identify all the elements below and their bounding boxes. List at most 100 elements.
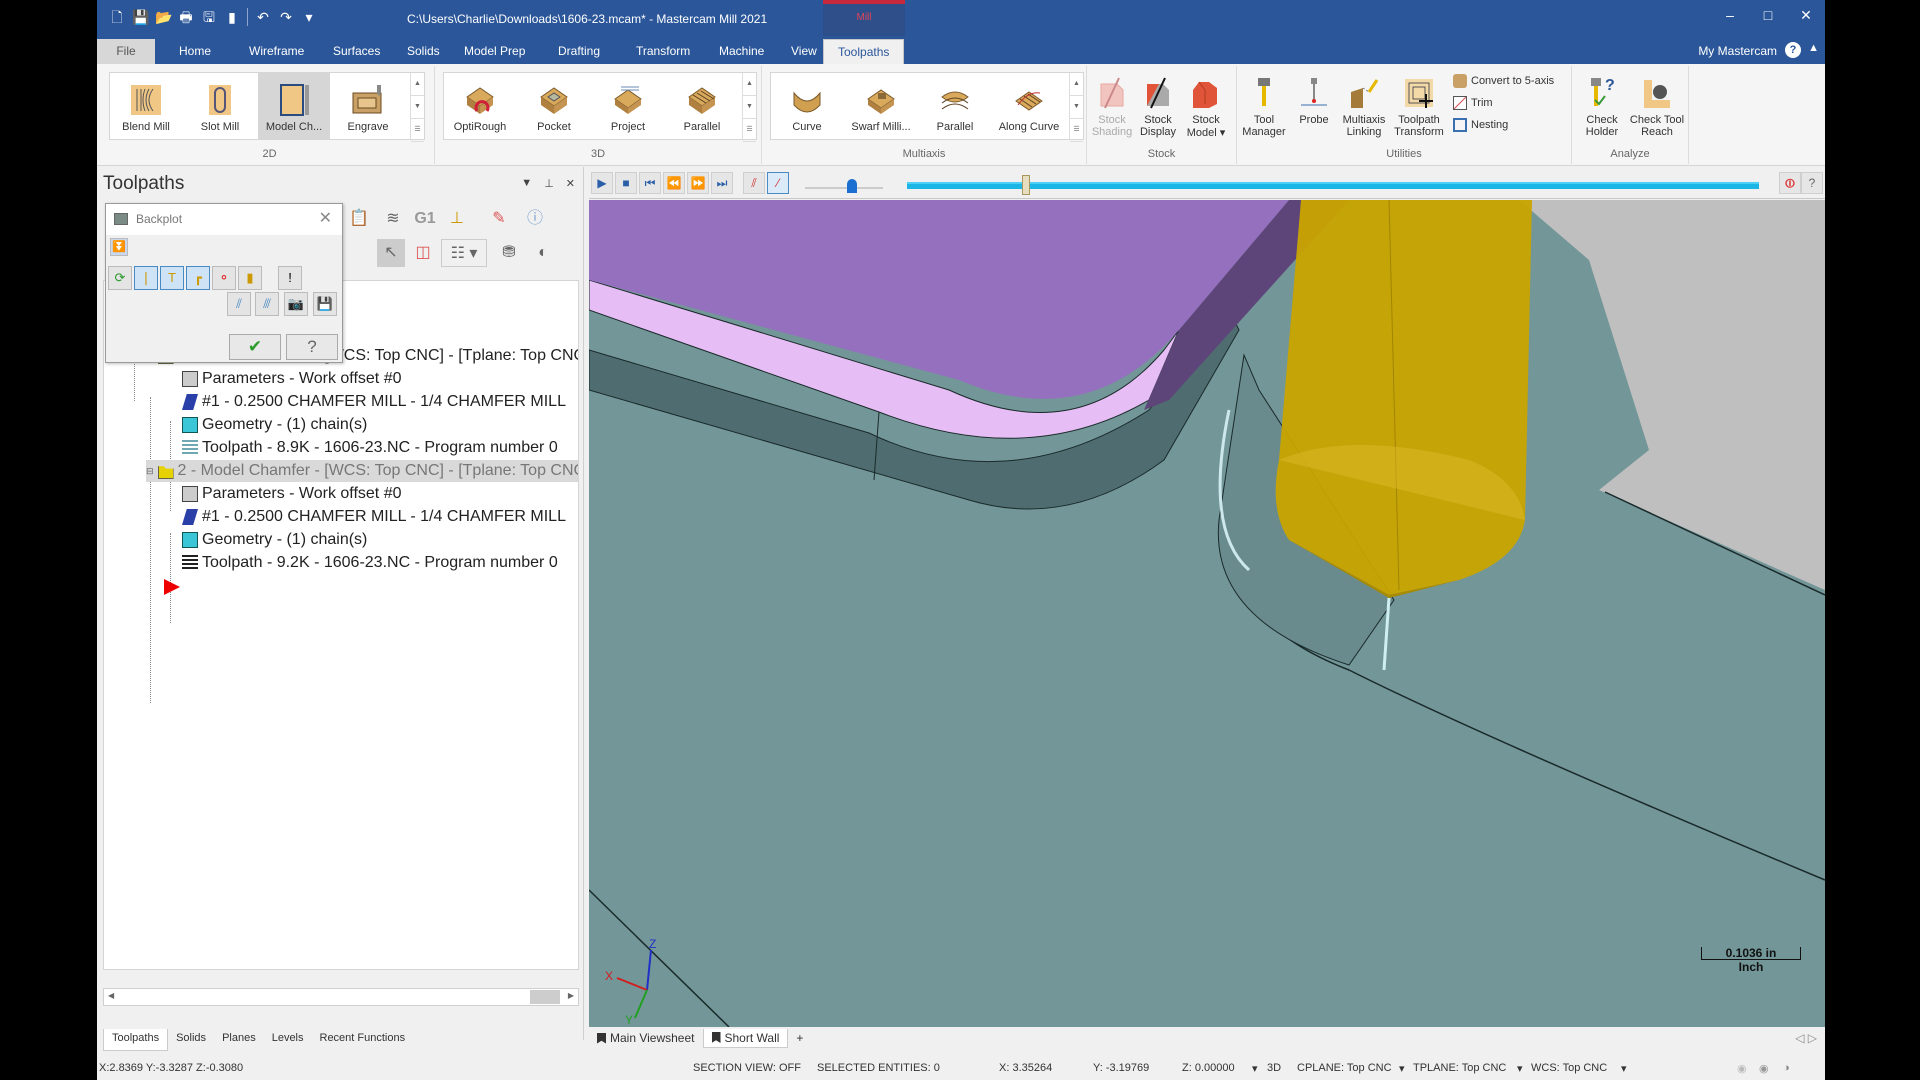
shaded-mode-icon[interactable]: ◉ — [1737, 1062, 1747, 1075]
tab-file[interactable]: File — [97, 39, 155, 64]
tool-manager-button[interactable]: Tool Manager — [1237, 72, 1291, 138]
ok-button[interactable]: ✔ — [229, 334, 281, 360]
y-coordinate[interactable]: Y: -3.19769 — [1093, 1062, 1149, 1074]
tab-wireframe[interactable]: Wireframe — [235, 39, 318, 64]
nesting-button[interactable]: Nesting — [1453, 118, 1508, 132]
toolpath-move-icon[interactable]: ⊥ — [443, 205, 471, 233]
post-g1-icon[interactable]: G1 — [411, 205, 439, 233]
tree-item-geometry-1[interactable]: Geometry - (1) chain(s) — [182, 414, 367, 436]
minimize-button[interactable]: – — [1711, 0, 1749, 30]
trim-button[interactable]: Trim — [1453, 96, 1493, 110]
step-forward-icon[interactable]: ⫻ — [255, 292, 279, 316]
3d-mode-toggle[interactable]: 3D — [1267, 1062, 1281, 1074]
track-mode-button[interactable]: ⫽ — [743, 172, 765, 194]
show-tool-icon[interactable]: ❘ — [134, 266, 158, 290]
3d-viewport[interactable]: Z X Y — [589, 200, 1825, 1027]
speed-thumb[interactable] — [846, 179, 857, 193]
step-back-icon[interactable]: ⫽ — [227, 292, 251, 316]
stock-model-button[interactable]: Stock Model ▾ — [1181, 72, 1231, 139]
add-viewsheet-button[interactable]: + — [788, 1029, 811, 1047]
viewsheet-scroll-arrows[interactable]: ◁ ▷ — [1787, 1029, 1825, 1047]
cplane-dropdown-icon[interactable]: ▾ — [1399, 1062, 1405, 1075]
model-chamfer-button[interactable]: Model Ch... — [258, 73, 330, 139]
tree-item-toolpath-2[interactable]: Toolpath - 9.2K - 1606-23.NC - Program n… — [182, 552, 558, 574]
show-holder-icon[interactable]: T — [160, 266, 184, 290]
screenshot-icon[interactable]: 📷 — [284, 292, 308, 316]
tree-item-geometry-2[interactable]: Geometry - (1) chain(s) — [182, 529, 367, 551]
go-to-start-button[interactable]: ⏮ — [639, 172, 661, 194]
tab-surfaces[interactable]: Surfaces — [319, 39, 394, 64]
save-icon[interactable]: 💾 — [132, 9, 149, 25]
x-coordinate[interactable]: X: 3.35264 — [999, 1062, 1052, 1074]
tab-model-prep[interactable]: Model Prep — [450, 39, 539, 64]
toggle-display-icon[interactable]: ⟳ — [108, 266, 132, 290]
toolpath-transform-button[interactable]: Toolpath Transform — [1391, 72, 1447, 138]
tab-drafting[interactable]: Drafting — [544, 39, 614, 64]
engrave-button[interactable]: Engrave — [332, 79, 404, 133]
multiaxis-linking-button[interactable]: Multiaxis Linking — [1337, 72, 1391, 138]
tplane-status[interactable]: TPLANE: Top CNC — [1413, 1062, 1506, 1074]
show-endpoints-icon[interactable]: ⚬ — [212, 266, 236, 290]
warning-info-icon[interactable]: ! — [278, 266, 302, 290]
wcs-dropdown-icon[interactable]: ▾ — [1621, 1062, 1627, 1075]
optirough-button[interactable]: OptiRough — [444, 79, 516, 133]
gallery-3d-scroll[interactable]: ▲ ▼ ☰ — [742, 73, 756, 142]
curve-button[interactable]: Curve — [771, 79, 843, 133]
progress-track[interactable] — [907, 182, 1759, 189]
select-icon[interactable]: ↖ — [377, 239, 405, 267]
probe-button[interactable]: Probe — [1291, 72, 1337, 126]
pen-trace-button[interactable]: ⁄ — [767, 172, 789, 194]
stop-button[interactable]: ■ — [615, 172, 637, 194]
tab-home[interactable]: Home — [165, 39, 225, 64]
scroll-right-icon[interactable]: ▶ — [568, 991, 574, 1000]
tab-solids[interactable]: Solids — [393, 39, 454, 64]
redo-icon[interactable]: ↷ — [278, 9, 294, 25]
go-to-end-button[interactable]: ⏭ — [711, 172, 733, 194]
tree-item-parameters-2[interactable]: Parameters - Work offset #0 — [182, 483, 401, 505]
machine-sim-icon[interactable]: ⛃ — [495, 239, 523, 267]
shaded-edges-icon[interactable]: ◉ — [1759, 1062, 1769, 1075]
tab-toolpaths[interactable]: Toolpaths — [823, 39, 905, 64]
progress-thumb[interactable] — [1022, 175, 1031, 195]
step-forward-button[interactable]: ⏩ — [687, 172, 709, 194]
check-tool-reach-button[interactable]: Check Tool Reach — [1628, 72, 1686, 138]
scroll-left-icon[interactable]: ◀ — [108, 991, 114, 1000]
convert-to-5-axis-button[interactable]: Convert to 5-axis — [1453, 74, 1554, 88]
undo-icon[interactable]: ↶ — [255, 9, 271, 25]
cplane-status[interactable]: CPLANE: Top CNC — [1297, 1062, 1392, 1074]
translucency-icon[interactable]: ◑ — [1783, 1062, 1790, 1074]
blend-mill-button[interactable]: Blend Mill — [110, 79, 182, 133]
backplot-close-icon[interactable]: ✕ — [319, 208, 332, 228]
collapse-toggle[interactable]: ⊟ — [146, 460, 154, 482]
along-curve-button[interactable]: Along Curve — [993, 79, 1065, 133]
manager-tab-planes[interactable]: Planes — [214, 1029, 264, 1051]
playback-help-button[interactable]: ? — [1801, 172, 1823, 194]
pocket-button[interactable]: Pocket — [518, 79, 590, 133]
manager-tab-levels[interactable]: Levels — [264, 1029, 312, 1051]
help-button[interactable]: ? — [286, 334, 338, 360]
my-mastercam-link[interactable]: My Mastercam — [1698, 44, 1777, 58]
collapse-ribbon-icon[interactable]: ▲ — [1808, 42, 1819, 54]
print-icon[interactable]: 🖶 — [178, 9, 194, 25]
save-as-icon[interactable]: 🖫 — [201, 9, 217, 25]
tab-transform[interactable]: Transform — [622, 39, 704, 64]
section-view-status[interactable]: SECTION VIEW: OFF — [693, 1062, 801, 1074]
swarf-milling-button[interactable]: Swarf Milli... — [845, 79, 917, 133]
panel-dropdown-icon[interactable]: ▼ — [521, 177, 532, 190]
maximize-button[interactable]: □ — [1749, 0, 1787, 30]
insert-arrow[interactable] — [164, 576, 180, 598]
panel-pin-icon[interactable]: ⊥ — [544, 177, 554, 190]
project-button[interactable]: Project — [592, 79, 664, 133]
show-rapid-icon[interactable]: ┏ — [186, 266, 210, 290]
close-button[interactable]: ✕ — [1787, 0, 1825, 30]
z-depth-dropdown-icon[interactable]: ▾ — [1252, 1062, 1258, 1075]
wcs-status[interactable]: WCS: Top CNC — [1531, 1062, 1607, 1074]
tree-item-tool-1[interactable]: #1 - 0.2500 CHAMFER MILL - 1/4 CHAMFER M… — [182, 391, 566, 413]
scroll-thumb[interactable] — [530, 990, 560, 1004]
panel-close-icon[interactable]: ✕ — [566, 177, 575, 190]
tree-horizontal-scrollbar[interactable]: ◀ ▶ — [103, 988, 579, 1006]
stop-condition-button[interactable]: ⏼ — [1779, 172, 1801, 194]
toolpaths-help-icon[interactable]: ⓘ — [521, 205, 549, 233]
simulate-icon[interactable]: ≋ — [379, 205, 407, 233]
manager-tab-toolpaths[interactable]: Toolpaths — [103, 1029, 169, 1051]
